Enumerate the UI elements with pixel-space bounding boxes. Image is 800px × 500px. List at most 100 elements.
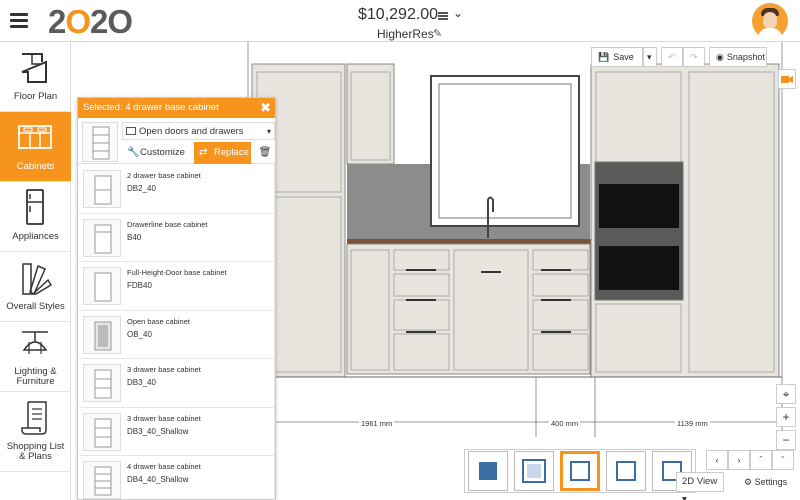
cabinet-thumbnail <box>83 267 121 305</box>
snapshot-button[interactable]: ◉ Snapshot <box>709 47 767 67</box>
countertop <box>347 239 592 244</box>
panel-controls: Open doors and drawers ▾ 🔧 Customize ⇄ Rep… <box>78 118 275 164</box>
customize-button[interactable]: 🔧 Customize <box>122 142 194 164</box>
chevron-down-icon: ˇ <box>781 455 785 465</box>
panel-title: Selected: 4 drawer base cabinet <box>83 102 219 113</box>
sidebar-item-floor-plan[interactable]: Floor Plan <box>0 42 71 112</box>
view-option-select[interactable]: Open doors and drawers ▾ <box>122 122 275 140</box>
selection-panel: Selected: 4 drawer base cabinet ✖ Open d… <box>77 97 276 500</box>
scroll-icon <box>21 401 47 435</box>
sidebar-item-label: Floor Plan <box>13 91 58 102</box>
list-icon[interactable] <box>438 12 448 20</box>
cabinets-icon <box>18 125 52 149</box>
floor-plan-icon <box>21 53 47 83</box>
list-item[interactable]: Full-Height-Door base cabinet FDB40 <box>79 262 275 311</box>
canvas-toolbar: 💾 Save ▾ ↶ ↷ ◉ Snapshot <box>591 47 767 67</box>
sidebar-item-label: Furniture <box>16 376 55 387</box>
view-tile-elevation-2[interactable] <box>606 451 646 491</box>
undo-button[interactable]: ↶ <box>661 47 683 67</box>
sidebar-item-lighting-furniture[interactable]: Lighting & Furniture <box>0 322 71 392</box>
undo-icon: ↶ <box>668 51 676 62</box>
list-item[interactable]: 4 drawer base cabinet DB4_40_Shallow <box>79 456 275 500</box>
recenter-button[interactable]: ⌖ <box>776 384 796 404</box>
sidebar-item-label: & Plans <box>19 451 52 462</box>
dimension-label: 400 mm <box>549 419 581 428</box>
video-button[interactable] <box>778 69 796 89</box>
view-tile-elevation[interactable] <box>560 451 600 491</box>
sidebar-item-appliances[interactable]: Appliances <box>0 182 71 252</box>
plus-icon: + <box>782 410 790 424</box>
chevron-left-icon: ‹ <box>715 455 719 465</box>
sidebar-item-label: Overall Styles <box>6 301 65 312</box>
project-name: HigherRes <box>377 27 434 41</box>
sidebar-item-shopping-list[interactable]: Shopping List & Plans <box>0 392 71 472</box>
list-item[interactable]: 2 drawer base cabinet DB2_40 <box>79 165 275 214</box>
chevron-right-icon: › <box>737 455 741 465</box>
cabinet-thumbnail <box>83 170 121 208</box>
settings-button[interactable]: ⚙ Settings <box>744 472 794 492</box>
sidebar-item-label: Appliances <box>12 231 59 242</box>
dimension-label: 1139 mm <box>675 419 710 428</box>
save-button[interactable]: 💾 Save <box>591 47 643 67</box>
cabinet-thumbnail <box>83 315 121 354</box>
upper-cabinet <box>346 63 395 165</box>
list-item[interactable]: Drawerline base cabinet B40 <box>79 213 275 262</box>
gear-icon: ⚙ <box>744 477 753 487</box>
list-item[interactable]: 3 drawer base cabinet DB3_40_Shallow <box>79 407 275 456</box>
pan-left-button[interactable]: ‹ <box>706 450 728 470</box>
lamp-icon <box>22 331 48 354</box>
zoom-in-button[interactable]: + <box>776 407 796 427</box>
swatch-icon <box>22 263 52 296</box>
app: 2O2O $10,292.00 ⌄ HigherRes ✎ Floor Plan <box>0 0 800 500</box>
avatar[interactable] <box>752 3 788 39</box>
zoom-out-button[interactable]: − <box>776 430 796 450</box>
cabinet-thumbnail <box>83 218 121 257</box>
camera-icon: ◉ <box>716 51 724 62</box>
video-camera-icon <box>781 76 793 83</box>
chevron-up-icon: ˆ <box>759 455 763 465</box>
close-icon[interactable]: ✖ <box>260 98 271 118</box>
view-selector <box>464 449 696 493</box>
replacement-list: 2 drawer base cabinet DB2_40 Drawerline … <box>78 165 275 500</box>
cabinet-thumbnail <box>83 412 121 451</box>
save-icon: 💾 <box>598 51 610 62</box>
cabinet-thumbnail <box>83 364 121 402</box>
list-item[interactable]: 3 drawer base cabinet DB3_40 <box>79 359 275 408</box>
edit-icon[interactable]: ✎ <box>433 27 442 40</box>
minus-icon: − <box>782 433 790 447</box>
cabinet-thumbnail <box>83 461 121 499</box>
caret-down-icon: ▾ <box>647 51 652 62</box>
base-cabinets <box>346 243 591 375</box>
zoom-controls: ⌖ + − <box>776 384 796 453</box>
sidebar: Floor Plan Cabinets Appliances Overall S… <box>0 42 71 500</box>
redo-icon: ↷ <box>690 51 698 62</box>
dimension-label: 1961 mm <box>359 419 395 428</box>
sidebar-item-label: Cabinets <box>16 161 55 172</box>
logo[interactable]: 2O2O <box>48 3 133 41</box>
delete-button[interactable]: 🗑 <box>254 142 276 164</box>
menu-icon[interactable] <box>10 13 28 29</box>
panel-header: Selected: 4 drawer base cabinet ✖ <box>78 98 275 118</box>
fridge-icon <box>26 189 44 225</box>
replace-button[interactable]: ⇄ Replace <box>194 142 251 164</box>
view-tile-top[interactable] <box>468 451 508 491</box>
navigation-buttons: ‹ › ˆ ˇ <box>706 450 794 470</box>
wrench-icon: 🔧 <box>127 147 140 158</box>
refresh-icon: ⇄ <box>199 147 208 158</box>
caret-down-icon: ▾ <box>266 127 271 136</box>
save-dropdown-button[interactable]: ▾ <box>643 47 657 67</box>
redo-button[interactable]: ↷ <box>683 47 705 67</box>
sidebar-item-overall-styles[interactable]: Overall Styles <box>0 252 71 322</box>
list-item[interactable]: Open base cabinet OB_40 <box>79 310 275 359</box>
view-tile-perspective[interactable] <box>514 451 554 491</box>
pan-right-button[interactable]: › <box>728 450 750 470</box>
chevron-down-icon[interactable]: ⌄ <box>453 6 463 20</box>
crosshair-icon: ⌖ <box>782 387 790 401</box>
pan-up-button[interactable]: ˆ <box>750 450 772 470</box>
pan-down-button[interactable]: ˇ <box>772 450 794 470</box>
sidebar-item-cabinets[interactable]: Cabinets <box>0 112 71 182</box>
view-mode-select[interactable]: 2D View ▾ <box>676 472 724 500</box>
caret-down-icon: ▾ <box>682 494 687 500</box>
top-bar: 2O2O $10,292.00 ⌄ HigherRes ✎ <box>0 0 800 42</box>
cabinet-thumbnail <box>82 122 118 162</box>
